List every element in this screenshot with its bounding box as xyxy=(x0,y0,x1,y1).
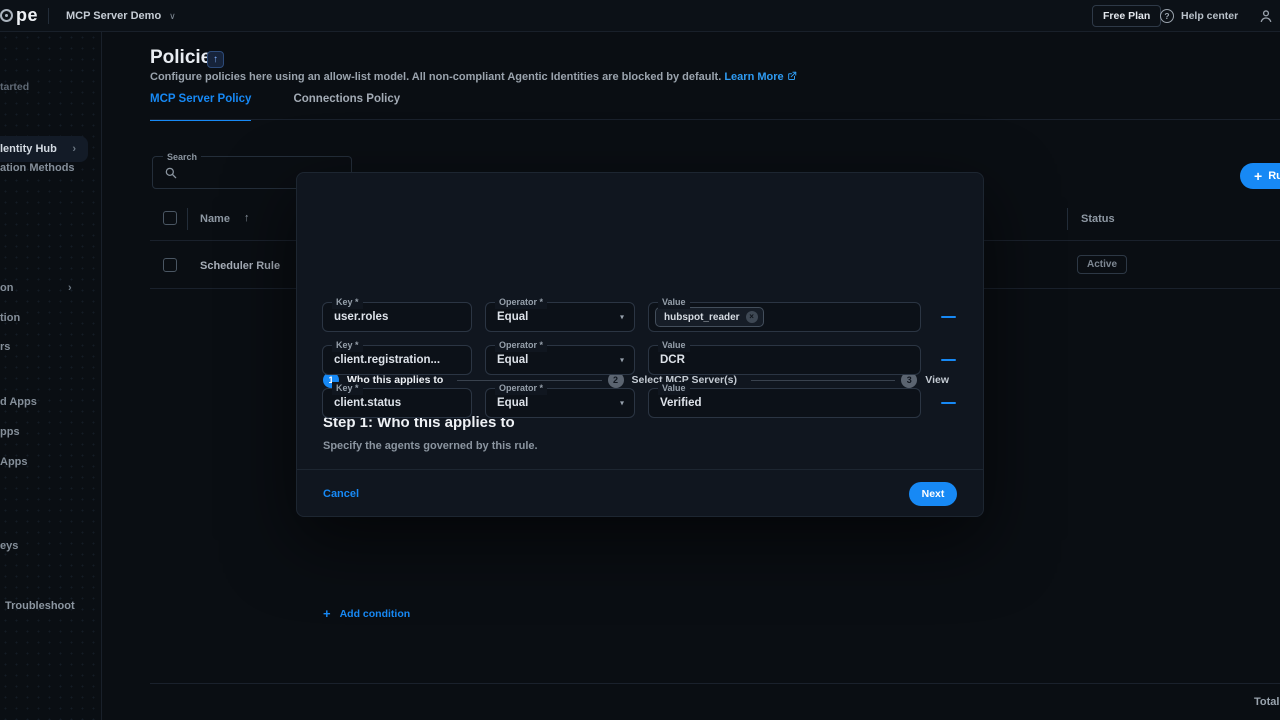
value-field-label: Value xyxy=(658,339,690,352)
value-field[interactable]: Value Verified xyxy=(648,388,921,418)
operator-field-label: Operator * xyxy=(495,296,547,309)
plus-icon: + xyxy=(1254,168,1262,184)
row-name-cell[interactable]: Scheduler Rule xyxy=(200,260,280,272)
cancel-button[interactable]: Cancel xyxy=(323,488,359,500)
sidebar-item-7[interactable]: pps xyxy=(0,426,20,438)
user-icon[interactable] xyxy=(1258,8,1274,29)
key-field[interactable]: Key * client.registration... xyxy=(322,345,472,375)
next-button[interactable]: Next xyxy=(909,482,957,506)
sidebar-item-6[interactable]: d Apps xyxy=(0,396,37,408)
sidebar-item-4[interactable]: tion xyxy=(0,312,20,324)
page-description: Configure policies here using an allow-l… xyxy=(150,71,797,84)
sidebar-item-label: lentity Hub xyxy=(0,143,57,155)
chevron-right-icon: › xyxy=(68,282,72,294)
value-field-value: DCR xyxy=(649,346,920,374)
plus-icon: + xyxy=(323,606,331,621)
project-name: MCP Server Demo xyxy=(66,10,161,22)
select-all-checkbox[interactable] xyxy=(163,211,177,225)
add-rule-label: Rule xyxy=(1268,170,1280,182)
remove-condition-button[interactable] xyxy=(941,388,957,418)
tab-connections-policy[interactable]: Connections Policy xyxy=(293,93,400,121)
value-chip-label: hubspot_reader xyxy=(664,312,740,323)
value-field-label: Value xyxy=(658,296,690,309)
upgrade-badge-icon[interactable]: ↑ xyxy=(207,51,224,68)
modal-footer: Cancel Next xyxy=(297,469,983,517)
rule-wizard-modal: 1 Who this applies to 2 Select MCP Serve… xyxy=(296,172,984,517)
key-field[interactable]: Key * client.status xyxy=(322,388,472,418)
key-field-label: Key * xyxy=(332,296,363,309)
sidebar-item-troubleshoot[interactable]: Troubleshoot xyxy=(5,600,75,612)
caret-down-icon: ▾ xyxy=(620,398,624,407)
key-field-label: Key * xyxy=(332,382,363,395)
operator-select[interactable]: Operator * Equal ▾ xyxy=(485,345,635,375)
question-icon: ? xyxy=(1160,9,1174,23)
value-field[interactable]: Value DCR xyxy=(648,345,921,375)
column-header-name[interactable]: Name xyxy=(200,213,230,225)
caret-down-icon: ▾ xyxy=(620,355,624,364)
learn-more-link[interactable]: Learn More xyxy=(724,71,796,83)
operator-select[interactable]: Operator * Equal ▾ xyxy=(485,388,635,418)
sidebar-item-authentication-methods[interactable]: ation Methods xyxy=(0,162,75,174)
sidebar: tarted lentity Hub › ation Methods on › … xyxy=(0,32,102,720)
minus-icon xyxy=(941,402,956,405)
operator-field-label: Operator * xyxy=(495,382,547,395)
value-chip: hubspot_reader × xyxy=(655,307,764,327)
sidebar-item-8[interactable]: Apps xyxy=(0,456,28,468)
value-field-label: Value xyxy=(658,382,690,395)
topbar: pe MCP Server Demo ∨ Free Plan ? Help ce… xyxy=(0,0,1280,32)
key-field[interactable]: Key * user.roles xyxy=(322,302,472,332)
help-center-button[interactable]: ? Help center xyxy=(1160,0,1238,32)
search-label: Search xyxy=(163,151,201,163)
search-icon xyxy=(164,166,178,185)
add-condition-label: Add condition xyxy=(340,608,411,620)
sidebar-item-5[interactable]: rs xyxy=(0,341,10,353)
app-window: pe MCP Server Demo ∨ Free Plan ? Help ce… xyxy=(0,0,1280,720)
sidebar-item-identity-hub[interactable]: lentity Hub › xyxy=(0,136,88,162)
row-checkbox[interactable] xyxy=(163,258,177,272)
total-label: Total xyxy=(1254,696,1279,708)
caret-down-icon: ▾ xyxy=(620,312,624,321)
topbar-divider xyxy=(48,8,49,24)
tab-mcp-server-policy[interactable]: MCP Server Policy xyxy=(150,93,251,121)
external-link-icon xyxy=(787,71,797,84)
logo-icon xyxy=(0,9,13,22)
add-rule-button[interactable]: + Rule xyxy=(1240,163,1280,189)
header-divider xyxy=(1067,208,1068,230)
step-subheading: Specify the agents governed by this rule… xyxy=(323,440,538,452)
sidebar-item-9[interactable]: eys xyxy=(0,540,18,552)
sidebar-item-connection[interactable]: on › xyxy=(0,282,13,294)
remove-condition-button[interactable] xyxy=(941,302,957,332)
step-connector xyxy=(751,380,895,381)
operator-select[interactable]: Operator * Equal ▾ xyxy=(485,302,635,332)
tabs-divider xyxy=(150,119,1280,120)
step-3-label: View xyxy=(925,374,949,386)
operator-field-label: Operator * xyxy=(495,339,547,352)
free-plan-button[interactable]: Free Plan xyxy=(1092,5,1161,27)
value-field[interactable]: Value hubspot_reader × xyxy=(648,302,921,332)
project-selector[interactable]: MCP Server Demo ∨ xyxy=(66,0,176,32)
table-footer-border xyxy=(150,683,1280,684)
tab-bar: MCP Server Policy Connections Policy xyxy=(150,93,400,121)
status-badge: Active xyxy=(1077,255,1127,274)
header-divider xyxy=(187,208,188,230)
minus-icon xyxy=(941,316,956,319)
add-condition-button[interactable]: + Add condition xyxy=(323,606,410,621)
column-header-status: Status xyxy=(1081,213,1115,225)
chevron-down-icon: ∨ xyxy=(169,11,176,22)
chip-close-icon[interactable]: × xyxy=(746,311,758,323)
chevron-right-icon: › xyxy=(72,143,76,155)
description-text: Configure policies here using an allow-l… xyxy=(150,71,721,83)
sort-asc-icon[interactable]: ↑ xyxy=(244,212,250,224)
sidebar-section-getting-started: tarted xyxy=(0,81,29,93)
step-connector xyxy=(457,380,601,381)
value-field-value: Verified xyxy=(649,389,920,417)
help-center-label: Help center xyxy=(1181,10,1238,22)
sidebar-item-label: on xyxy=(0,282,13,294)
minus-icon xyxy=(941,359,956,362)
logo-text: pe xyxy=(16,5,38,26)
remove-condition-button[interactable] xyxy=(941,345,957,375)
key-field-label: Key * xyxy=(332,339,363,352)
